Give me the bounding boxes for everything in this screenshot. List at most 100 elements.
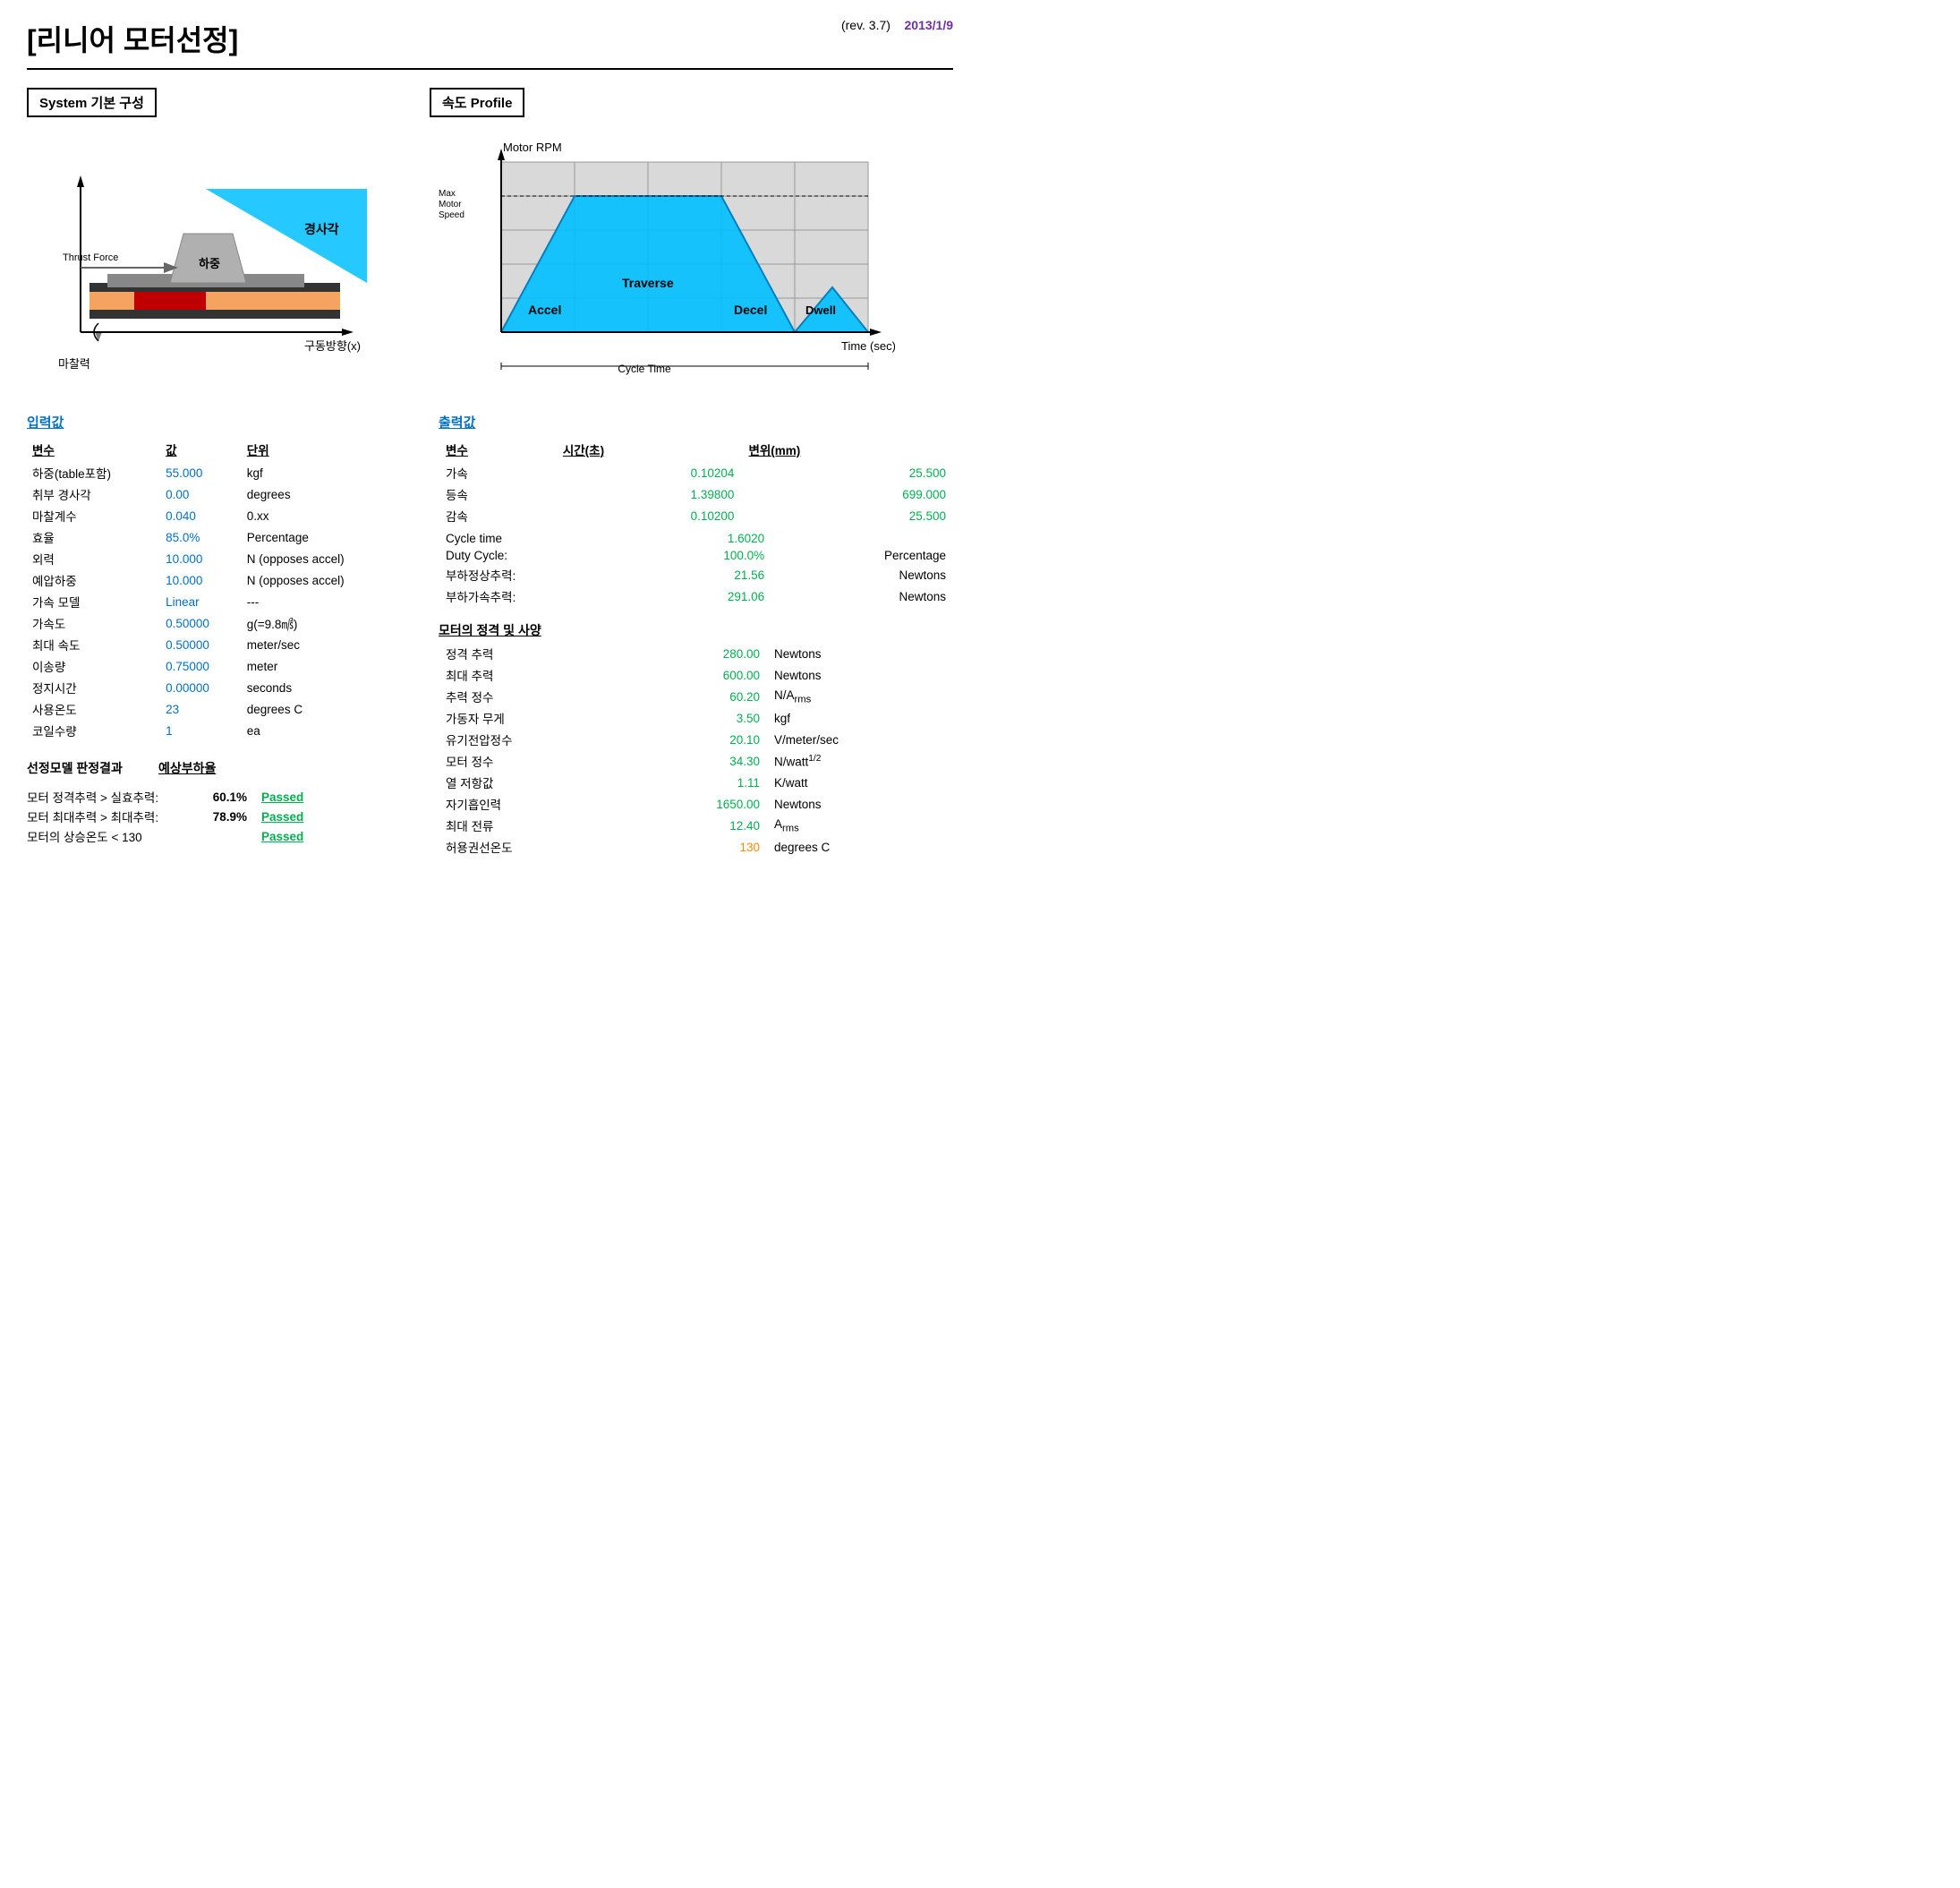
motor-spec-label: 가동자 무게 [439, 707, 630, 729]
result-pct: 60.1% [202, 790, 247, 804]
input-col-unit: 단위 [242, 439, 403, 462]
output-table-row: 등속1.39800699.000 [439, 483, 953, 505]
xaxis-label: Time (sec) [841, 339, 895, 353]
input-var: 효율 [27, 526, 160, 548]
output-var: 등속 [439, 483, 556, 505]
output-extra-table: Cycle time 1.6020 Duty Cycle: 100.0% Per… [439, 530, 953, 607]
selection-result: 선정모델 판정결과 예상부하율 모터 정격추력 > 실효추력:60.1%Pass… [27, 759, 403, 845]
input-val: 55.000 [160, 462, 242, 483]
input-unit: Percentage [242, 526, 403, 548]
motor-spec-val: 130 [630, 836, 767, 858]
velocity-section-label: 속도 Profile [430, 88, 524, 117]
motor-spec-unit: degrees C [767, 836, 953, 858]
motor-spec-row: 최대 추력600.00Newtons [439, 664, 953, 686]
motor-spec-val: 1.11 [630, 772, 767, 793]
dwell-label: Dwell [805, 303, 836, 317]
input-val: 0.00 [160, 483, 242, 505]
angle-label: 경사각 [304, 222, 339, 236]
load-steady-unit: Newtons [771, 564, 953, 585]
cycle-time-row: Cycle time 1.6020 [439, 530, 953, 547]
input-unit: --- [242, 591, 403, 612]
input-table-row: 예압하중10.000N (opposes accel) [27, 569, 403, 591]
input-table-row: 코일수량1ea [27, 720, 403, 741]
motor-spec-label: 추력 정수 [439, 686, 630, 707]
motor-spec-val: 600.00 [630, 664, 767, 686]
input-unit: seconds [242, 677, 403, 698]
input-unit: degrees [242, 483, 403, 505]
motor-spec-row: 가동자 무게3.50kgf [439, 707, 953, 729]
input-var: 가속 모델 [27, 591, 160, 612]
pct-header: 예상부하율 [158, 759, 216, 782]
input-unit: meter/sec [242, 634, 403, 655]
page-title: [리니어 모터선정] [27, 18, 238, 59]
result-pass: Passed [261, 790, 303, 804]
input-val: 0.75000 [160, 655, 242, 677]
motor-spec-row: 최대 전류12.40Arms [439, 815, 953, 836]
result-label: 모터 정격추력 > 실효추력: [27, 788, 188, 806]
motor-spec-label: 최대 추력 [439, 664, 630, 686]
accel-label: Accel [528, 303, 561, 317]
input-val: Linear [160, 591, 242, 612]
input-unit: 0.xx [242, 505, 403, 526]
revision-text: (rev. 3.7) [841, 18, 891, 32]
cycle-time-label: Cycle time [439, 530, 640, 547]
load-label: 하중 [199, 257, 220, 270]
input-table-row: 마찰계수0.0400.xx [27, 505, 403, 526]
input-var: 최대 속도 [27, 634, 160, 655]
input-unit: N (opposes accel) [242, 569, 403, 591]
motor-spec-unit: N/Arms [767, 686, 953, 707]
input-var: 예압하중 [27, 569, 160, 591]
motor-spec-unit: Newtons [767, 793, 953, 815]
input-var: 마찰계수 [27, 505, 160, 526]
selection-result-row: 모터 최대추력 > 최대추력:78.9%Passed [27, 807, 403, 825]
motor-spec-unit: N/watt1/2 [767, 750, 953, 772]
motor-spec-unit: Arms [767, 815, 953, 836]
system-section: System 기본 구성 구동방향(x) 마찰력 [27, 88, 403, 386]
yaxis-label: Motor RPM [503, 141, 562, 154]
duty-cycle-label: Duty Cycle: [439, 547, 640, 564]
input-unit: kgf [242, 462, 403, 483]
system-section-label: System 기본 구성 [27, 88, 157, 117]
input-val: 10.000 [160, 548, 242, 569]
input-val: 85.0% [160, 526, 242, 548]
input-table-row: 효율85.0%Percentage [27, 526, 403, 548]
motor-spec-row: 자기흡인력1650.00Newtons [439, 793, 953, 815]
output-var: 가속 [439, 462, 556, 483]
motor-spec-label: 최대 전류 [439, 815, 630, 836]
chart-container: Accel Traverse Decel Dwell Motor RPM Max… [430, 135, 895, 386]
output-table-row: 가속0.1020425.500 [439, 462, 953, 483]
friction-label: 마찰력 [58, 357, 90, 371]
input-table-row: 이송량0.75000meter [27, 655, 403, 677]
input-val: 10.000 [160, 569, 242, 591]
result-label: 모터의 상승온도 < 130 [27, 827, 188, 845]
motor-spec-val: 34.30 [630, 750, 767, 772]
output-time: 0.10204 [556, 462, 742, 483]
svg-text:Speed: Speed [439, 210, 464, 220]
duty-cycle-row: Duty Cycle: 100.0% Percentage [439, 547, 953, 564]
velocity-chart: Accel Traverse Decel Dwell Motor RPM Max… [430, 135, 895, 386]
output-time: 1.39800 [556, 483, 742, 505]
load-steady-val: 21.56 [640, 564, 771, 585]
motor-spec-row: 추력 정수60.20N/Arms [439, 686, 953, 707]
bottom-sections: 입력값 변수 값 단위 하중(table포함)55.000kgf취부 경사각0.… [27, 413, 953, 858]
output-section-label: 출력값 [439, 413, 953, 431]
output-disp: 25.500 [741, 505, 953, 526]
motor-spec-row: 모터 정수34.30N/watt1/2 [439, 750, 953, 772]
output-table: 변수 시간(초) 변위(mm) 가속0.1020425.500등속1.39800… [439, 439, 953, 526]
motor-spec-label: 자기흡인력 [439, 793, 630, 815]
page-header: [리니어 모터선정] (rev. 3.7) 2013/1/9 [27, 18, 953, 70]
motor-spec-val: 1650.00 [630, 793, 767, 815]
thrust-force-label: Thrust Force [63, 252, 118, 263]
output-disp: 25.500 [741, 462, 953, 483]
input-section-label: 입력값 [27, 413, 403, 431]
motor-spec-unit: kgf [767, 707, 953, 729]
input-unit: ea [242, 720, 403, 741]
diagram-container: 구동방향(x) 마찰력 경사각 하중 [27, 135, 385, 386]
cycle-time-label: Cycle Time [618, 363, 671, 375]
input-var: 코일수량 [27, 720, 160, 741]
input-col-var: 변수 [27, 439, 160, 462]
input-unit: meter [242, 655, 403, 677]
input-var: 이송량 [27, 655, 160, 677]
output-col-disp: 변위(mm) [741, 439, 953, 462]
input-var: 사용온도 [27, 698, 160, 720]
